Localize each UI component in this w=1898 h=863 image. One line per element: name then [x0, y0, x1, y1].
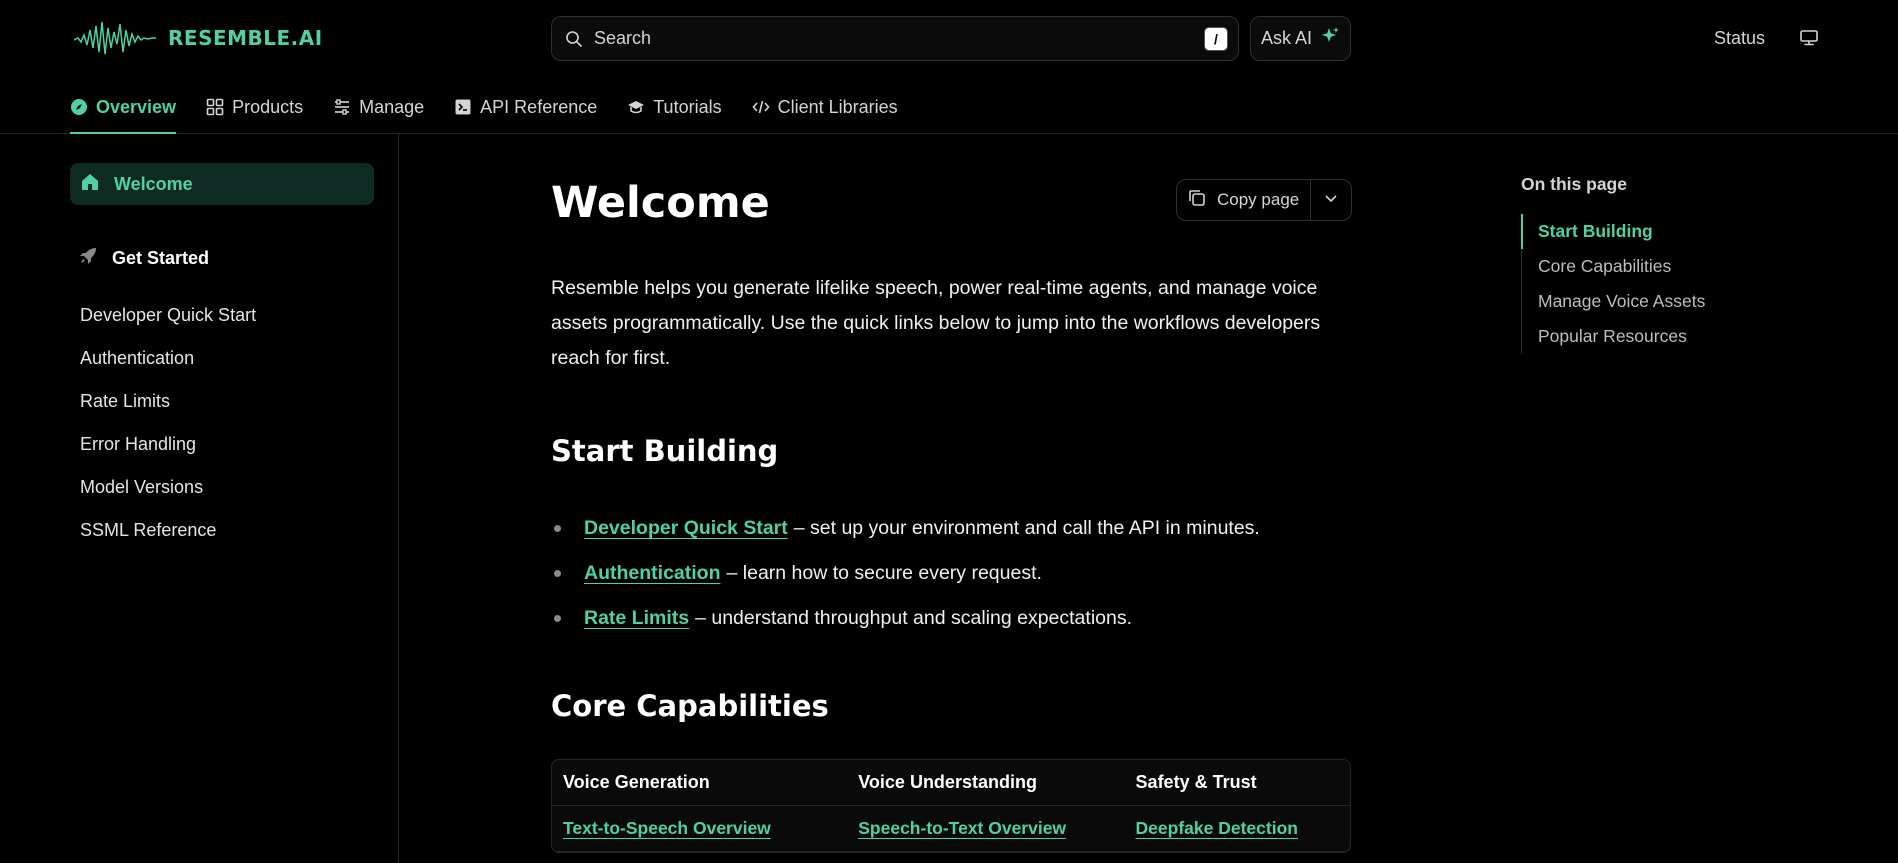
section-tabs: Overview Products Manage API Reference T…	[70, 92, 928, 134]
sidebar-item-model-versions[interactable]: Model Versions	[80, 466, 256, 509]
table-row: Text-to-Speech Overview Speech-to-Text O…	[552, 806, 1350, 852]
chevron-down-icon	[1324, 191, 1338, 210]
sliders-icon	[333, 98, 351, 116]
main-content: Welcome Copy page Resemble helps you gen…	[551, 134, 1352, 863]
ask-ai-button[interactable]: Ask AI	[1250, 16, 1351, 61]
tab-label: Overview	[96, 96, 177, 117]
terminal-icon	[454, 98, 472, 116]
sparkles-icon	[1320, 26, 1340, 51]
tab-label: Client Libraries	[777, 96, 898, 117]
sidebar-item-error-handling[interactable]: Error Handling	[80, 423, 256, 466]
brand-logo[interactable]: RESEMBLE.AI	[74, 18, 323, 58]
tab-api-reference[interactable]: API Reference	[454, 92, 597, 134]
sidebar-list: Developer Quick Start Authentication Rat…	[80, 294, 256, 552]
compass-icon	[70, 98, 88, 116]
intro-paragraph: Resemble helps you generate lifelike spe…	[551, 277, 1321, 369]
toc-item-popular-resources[interactable]: Popular Resources	[1522, 319, 1721, 354]
sidebar-item-label: Welcome	[114, 173, 193, 194]
sidebar-item-rate-limits[interactable]: Rate Limits	[80, 380, 256, 423]
copy-icon	[1187, 188, 1207, 213]
bullet-dot	[554, 570, 561, 577]
toc-title: On this page	[1521, 174, 1627, 194]
tab-products[interactable]: Products	[206, 92, 303, 134]
copy-page-control: Copy page	[1176, 179, 1352, 221]
code-icon	[752, 98, 770, 116]
heading-start-building: Start Building	[551, 434, 779, 468]
link-authentication[interactable]: Authentication	[584, 562, 721, 585]
toc-item-manage-voice-assets[interactable]: Manage Voice Assets	[1522, 284, 1721, 319]
rocket-icon	[78, 246, 98, 271]
tab-label: API Reference	[480, 96, 598, 117]
ask-ai-label: Ask AI	[1260, 28, 1313, 48]
tab-overview[interactable]: Overview	[70, 92, 177, 134]
copy-page-label: Copy page	[1217, 190, 1300, 209]
sidebar-item-welcome[interactable]: Welcome	[70, 163, 374, 205]
toc-item-core-capabilities[interactable]: Core Capabilities	[1522, 249, 1721, 284]
monitor-icon[interactable]	[1797, 26, 1821, 50]
table-cell: Text-to-Speech Overview	[552, 818, 847, 839]
copy-page-dropdown[interactable]	[1311, 180, 1351, 220]
column-header: Voice Understanding	[858, 772, 1037, 792]
search-icon	[564, 29, 584, 49]
page-title: Welcome	[551, 178, 770, 228]
sidebar-group-label: Get Started	[112, 248, 210, 268]
bullet-dot	[554, 525, 561, 532]
list-item-text: – learn how to secure every request.	[726, 562, 1042, 584]
link-text-to-speech-overview[interactable]: Text-to-Speech Overview	[563, 818, 771, 838]
search-shortcut-key: /	[1204, 26, 1228, 51]
sidebar: Welcome Get Started Developer Quick Star…	[0, 134, 399, 863]
copy-page-button[interactable]: Copy page	[1177, 180, 1311, 220]
list-item-text: – set up your environment and call the A…	[793, 517, 1260, 539]
graduation-cap-icon	[627, 98, 645, 116]
link-speech-to-text-overview[interactable]: Speech-to-Text Overview	[858, 818, 1066, 838]
search-bar[interactable]: /	[551, 16, 1239, 61]
column-header: Voice Generation	[563, 772, 710, 792]
sidebar-item-authentication[interactable]: Authentication	[80, 337, 256, 380]
table-cell: Speech-to-Text Overview	[847, 818, 1124, 839]
toc-list: Start Building Core Capabilities Manage …	[1521, 214, 1721, 354]
tab-label: Products	[232, 96, 304, 117]
waveform-logo-icon	[74, 21, 156, 55]
brand-name: RESEMBLE.AI	[168, 26, 323, 50]
start-building-list: Developer Quick Start – set up your envi…	[551, 506, 1260, 641]
blocks-icon	[206, 98, 224, 116]
status-link[interactable]: Status	[1714, 28, 1765, 49]
sidebar-item-ssml-reference[interactable]: SSML Reference	[80, 509, 256, 552]
tab-client-libraries[interactable]: Client Libraries	[752, 92, 898, 134]
link-deepfake-detection[interactable]: Deepfake Detection	[1136, 818, 1298, 838]
table-header-row: Voice Generation Voice Understanding Saf…	[552, 760, 1350, 806]
top-navigation: RESEMBLE.AI / Ask AI Status Overview Pro…	[0, 0, 1898, 134]
sidebar-group-get-started: Get Started	[78, 246, 209, 271]
search-input[interactable]	[594, 17, 1204, 60]
table-of-contents: On this page Start Building Core Capabil…	[1521, 174, 1705, 354]
list-item: Rate Limits – understand throughput and …	[551, 596, 1260, 641]
list-item: Developer Quick Start – set up your envi…	[551, 506, 1260, 551]
table-cell: Deepfake Detection	[1125, 818, 1350, 839]
list-item-text: – understand throughput and scaling expe…	[695, 607, 1133, 629]
bullet-dot	[554, 615, 561, 622]
link-developer-quick-start[interactable]: Developer Quick Start	[584, 517, 788, 540]
tab-label: Manage	[359, 96, 425, 117]
sidebar-item-developer-quick-start[interactable]: Developer Quick Start	[80, 294, 256, 337]
tab-label: Tutorials	[653, 96, 722, 117]
heading-core-capabilities: Core Capabilities	[551, 689, 829, 723]
home-icon	[80, 172, 100, 197]
capabilities-table: Voice Generation Voice Understanding Saf…	[551, 759, 1351, 853]
tab-manage[interactable]: Manage	[333, 92, 424, 134]
list-item: Authentication – learn how to secure eve…	[551, 551, 1260, 596]
link-rate-limits[interactable]: Rate Limits	[584, 607, 689, 630]
tab-tutorials[interactable]: Tutorials	[627, 92, 722, 134]
toc-item-start-building[interactable]: Start Building	[1521, 214, 1721, 249]
column-header: Safety & Trust	[1135, 772, 1257, 792]
